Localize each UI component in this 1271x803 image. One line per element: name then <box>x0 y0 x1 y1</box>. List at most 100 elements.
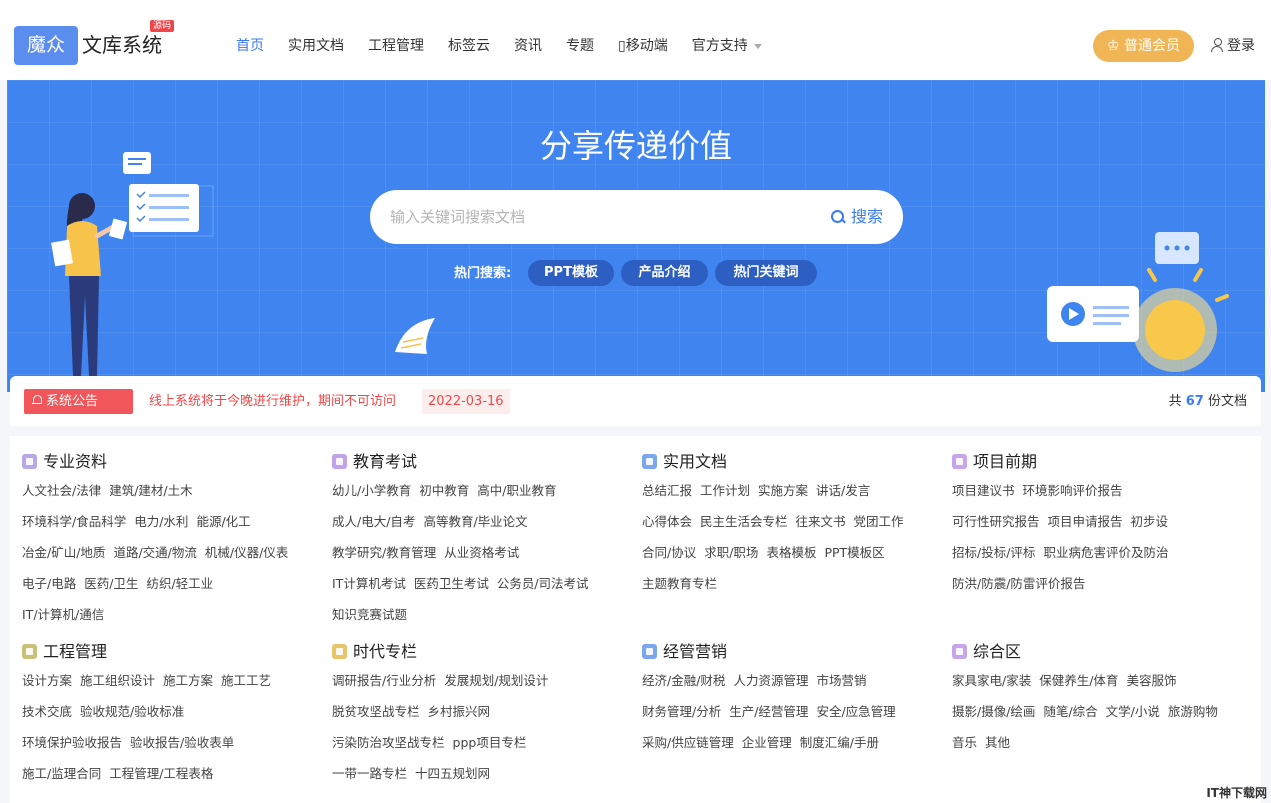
category-title[interactable]: 教育考试 <box>332 449 632 475</box>
category-link[interactable]: 技术交底 <box>22 704 72 719</box>
category-link[interactable]: 脱贫攻坚战专栏 <box>332 704 420 719</box>
category-link[interactable]: 实施方案 <box>758 483 808 498</box>
notice-text[interactable]: 线上系统将于今晚进行维护，期间不可访问 <box>149 389 396 414</box>
category-link[interactable]: 建筑/建材/土木 <box>109 483 192 498</box>
category-link[interactable]: 道路/交通/物流 <box>113 545 196 560</box>
category-link[interactable]: PPT模板区 <box>824 545 884 560</box>
category-link[interactable]: 验收规范/验收标准 <box>80 704 184 719</box>
search-button[interactable]: 搜索 <box>830 204 883 230</box>
category-link[interactable]: 能源/化工 <box>196 514 250 529</box>
category-link[interactable]: 往来文书 <box>796 514 846 529</box>
nav-item-engineering[interactable]: 工程管理 <box>368 34 424 58</box>
category-title[interactable]: 专业资料 <box>22 449 322 475</box>
hot-tag-product[interactable]: 产品介绍 <box>621 260 708 286</box>
category-link[interactable]: 财务管理/分析 <box>642 704 721 719</box>
category-title[interactable]: 实用文档 <box>642 449 942 475</box>
category-link[interactable]: 人文社会/法律 <box>22 483 101 498</box>
search-input[interactable] <box>390 202 790 232</box>
category-link[interactable]: 医药/卫生 <box>84 576 138 591</box>
category-link[interactable]: 成人/电大/自考 <box>332 514 415 529</box>
category-title[interactable]: 时代专栏 <box>332 639 632 665</box>
category-link[interactable]: 施工方案 <box>163 673 213 688</box>
category-link[interactable]: 验收报告/验收表单 <box>130 735 234 750</box>
category-link[interactable]: 施工工艺 <box>221 673 271 688</box>
nav-item-news[interactable]: 资讯 <box>514 34 542 58</box>
category-link[interactable]: 讲话/发言 <box>816 483 870 498</box>
logo-box[interactable]: 魔众 <box>14 26 78 65</box>
category-link[interactable]: 设计方案 <box>22 673 72 688</box>
category-link[interactable]: 制度汇编/手册 <box>800 735 879 750</box>
category-link[interactable]: 初中教育 <box>419 483 469 498</box>
nav-item-home[interactable]: 首页 <box>236 34 264 58</box>
logo-text[interactable]: 文库系统 <box>82 30 162 60</box>
category-link[interactable]: 防洪/防震/防雷评价报告 <box>952 576 1085 591</box>
category-link[interactable]: 项目建议书 <box>952 483 1015 498</box>
category-link[interactable]: 从业资格考试 <box>444 545 519 560</box>
category-link[interactable]: 家具家电/家装 <box>952 673 1031 688</box>
nav-item-topics[interactable]: 专题 <box>566 34 594 58</box>
category-link[interactable]: 高中/职业教育 <box>477 483 556 498</box>
category-link[interactable]: 其他 <box>985 735 1010 750</box>
category-link[interactable]: 采购/供应链管理 <box>642 735 734 750</box>
category-link[interactable]: 冶金/矿山/地质 <box>22 545 105 560</box>
category-link[interactable]: 十四五规划网 <box>415 766 490 781</box>
category-link[interactable]: 合同/协议 <box>642 545 696 560</box>
category-link[interactable]: 心得体会 <box>642 514 692 529</box>
category-link[interactable]: 初步设 <box>1131 514 1169 529</box>
category-link[interactable]: 环境影响评价报告 <box>1023 483 1123 498</box>
category-link[interactable]: 旅游购物 <box>1168 704 1218 719</box>
category-link[interactable]: 教学研究/教育管理 <box>332 545 436 560</box>
category-link[interactable]: 民主生活会专栏 <box>700 514 788 529</box>
category-link[interactable]: 摄影/摄像/绘画 <box>952 704 1035 719</box>
category-title[interactable]: 项目前期 <box>952 449 1252 475</box>
category-link[interactable]: 可行性研究报告 <box>952 514 1040 529</box>
category-link[interactable]: 乡村振兴网 <box>428 704 491 719</box>
category-link[interactable]: 保健养生/体育 <box>1039 673 1118 688</box>
hot-tag-keywords[interactable]: 热门关键词 <box>715 260 817 286</box>
category-link[interactable]: IT/计算机/通信 <box>22 607 104 622</box>
category-link[interactable]: 公务员/司法考试 <box>497 576 589 591</box>
category-link[interactable]: 施工组织设计 <box>80 673 155 688</box>
category-link[interactable]: 调研报告/行业分析 <box>332 673 436 688</box>
category-link[interactable]: 文学/小说 <box>1106 704 1160 719</box>
login-button[interactable]: 登录 <box>1211 34 1255 58</box>
category-link[interactable]: IT计算机考试 <box>332 576 406 591</box>
category-link[interactable]: 表格模板 <box>766 545 816 560</box>
category-link[interactable]: 项目申请报告 <box>1048 514 1123 529</box>
category-link[interactable]: 经济/金融/财税 <box>642 673 725 688</box>
category-link[interactable]: 招标/投标/评标 <box>952 545 1035 560</box>
hot-tag-ppt[interactable]: PPT模板 <box>528 260 614 286</box>
category-link[interactable]: 主题教育专栏 <box>642 576 717 591</box>
vip-button[interactable]: ♔ 普通会员 <box>1093 30 1194 62</box>
category-link[interactable]: 机械/仪器/仪表 <box>205 545 288 560</box>
category-link[interactable]: 环境科学/食品科学 <box>22 514 126 529</box>
nav-item-tag-cloud[interactable]: 标签云 <box>448 34 490 58</box>
category-link[interactable]: 音乐 <box>952 735 977 750</box>
nav-item-mobile[interactable]: ▯移动端 <box>618 34 668 58</box>
category-link[interactable]: 安全/应急管理 <box>816 704 895 719</box>
category-link[interactable]: 纺织/轻工业 <box>146 576 213 591</box>
category-link[interactable]: 人力资源管理 <box>733 673 808 688</box>
category-title[interactable]: 综合区 <box>952 639 1252 665</box>
category-title[interactable]: 工程管理 <box>22 639 322 665</box>
category-link[interactable]: 求职/职场 <box>704 545 758 560</box>
category-link[interactable]: 工作计划 <box>700 483 750 498</box>
category-link[interactable]: 幼儿/小学教育 <box>332 483 411 498</box>
category-link[interactable]: 电力/水利 <box>134 514 188 529</box>
category-link[interactable]: 企业管理 <box>742 735 792 750</box>
category-title[interactable]: 经管营销 <box>642 639 942 665</box>
nav-item-official-support[interactable]: 官方支持 <box>692 34 762 58</box>
category-link[interactable]: 知识竞赛试题 <box>332 607 407 622</box>
category-link[interactable]: 生产/经营管理 <box>729 704 808 719</box>
category-link[interactable]: 医药卫生考试 <box>414 576 489 591</box>
category-link[interactable]: 高等教育/毕业论文 <box>423 514 527 529</box>
category-link[interactable]: 一带一路专栏 <box>332 766 407 781</box>
category-link[interactable]: 职业病危害评价及防治 <box>1043 545 1168 560</box>
category-link[interactable]: 发展规划/规划设计 <box>444 673 548 688</box>
category-link[interactable]: 党团工作 <box>854 514 904 529</box>
category-link[interactable]: 美容服饰 <box>1126 673 1176 688</box>
category-link[interactable]: 电子/电路 <box>22 576 76 591</box>
category-link[interactable]: 污染防治攻坚战专栏 <box>332 735 445 750</box>
category-link[interactable]: 工程管理/工程表格 <box>109 766 213 781</box>
category-link[interactable]: ppp项目专栏 <box>453 735 527 750</box>
